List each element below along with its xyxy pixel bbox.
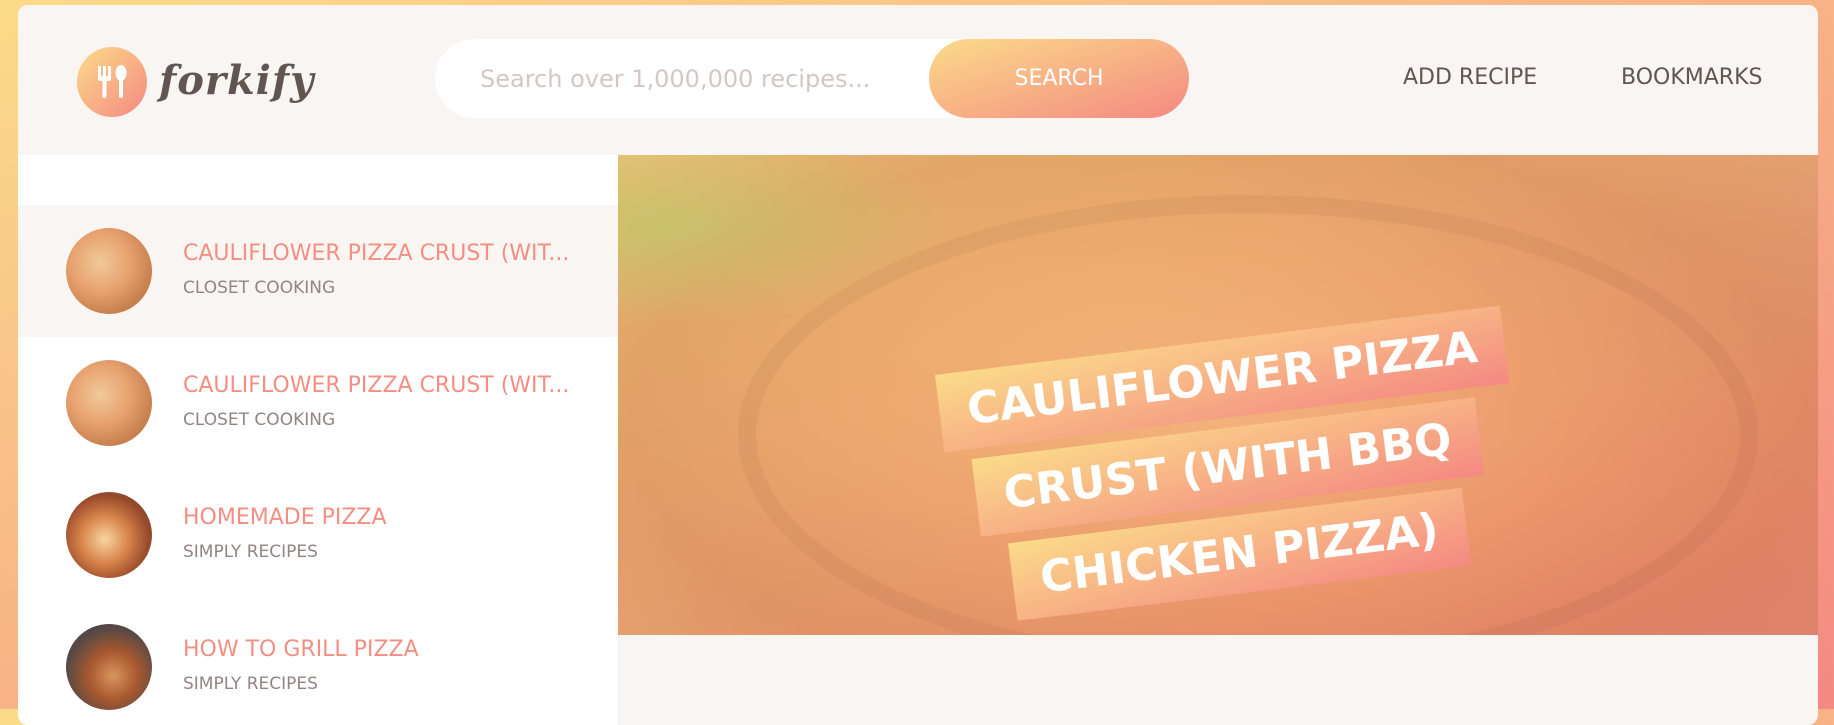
search-button[interactable]: SEARCH (929, 39, 1189, 118)
recipe-thumbnail (66, 228, 152, 314)
bookmarks-button[interactable]: BOOKMARKS (1621, 65, 1762, 90)
add-recipe-button[interactable]: ADD RECIPE (1403, 65, 1537, 90)
result-title: CAULIFLOWER PIZZA CRUST (WIT... (183, 241, 570, 266)
result-title: HOW TO GRILL PIZZA (183, 637, 419, 662)
result-title: CAULIFLOWER PIZZA CRUST (WIT... (183, 373, 570, 398)
result-title: HOMEMADE PIZZA (183, 505, 387, 530)
search-results: CAULIFLOWER PIZZA CRUST (WIT... CLOSET C… (18, 155, 618, 725)
result-item[interactable]: HOMEMADE PIZZA SIMPLY RECIPES (18, 469, 618, 601)
recipe-thumbnail (66, 360, 152, 446)
result-publisher: SIMPLY RECIPES (183, 674, 318, 694)
result-item[interactable]: HOW TO GRILL PIZZA SIMPLY RECIPES (18, 601, 618, 725)
fork-spoon-icon (77, 47, 147, 117)
search-form: SEARCH (435, 39, 1189, 118)
result-publisher: CLOSET COOKING (183, 410, 336, 430)
recipe-thumbnail (66, 492, 152, 578)
logo[interactable]: forkify (77, 47, 313, 117)
app-container: forkify SEARCH ADD RECIPE BOOKMARKS CAUL… (18, 5, 1818, 725)
header: forkify SEARCH ADD RECIPE BOOKMARKS (18, 5, 1818, 155)
search-input[interactable] (435, 39, 905, 118)
result-publisher: CLOSET COOKING (183, 278, 336, 298)
recipe-thumbnail (66, 624, 152, 710)
result-publisher: SIMPLY RECIPES (183, 542, 318, 562)
result-item[interactable]: CAULIFLOWER PIZZA CRUST (WIT... CLOSET C… (18, 205, 618, 337)
result-item[interactable]: CAULIFLOWER PIZZA CRUST (WIT... CLOSET C… (18, 337, 618, 469)
logo-text: forkify (159, 57, 315, 104)
